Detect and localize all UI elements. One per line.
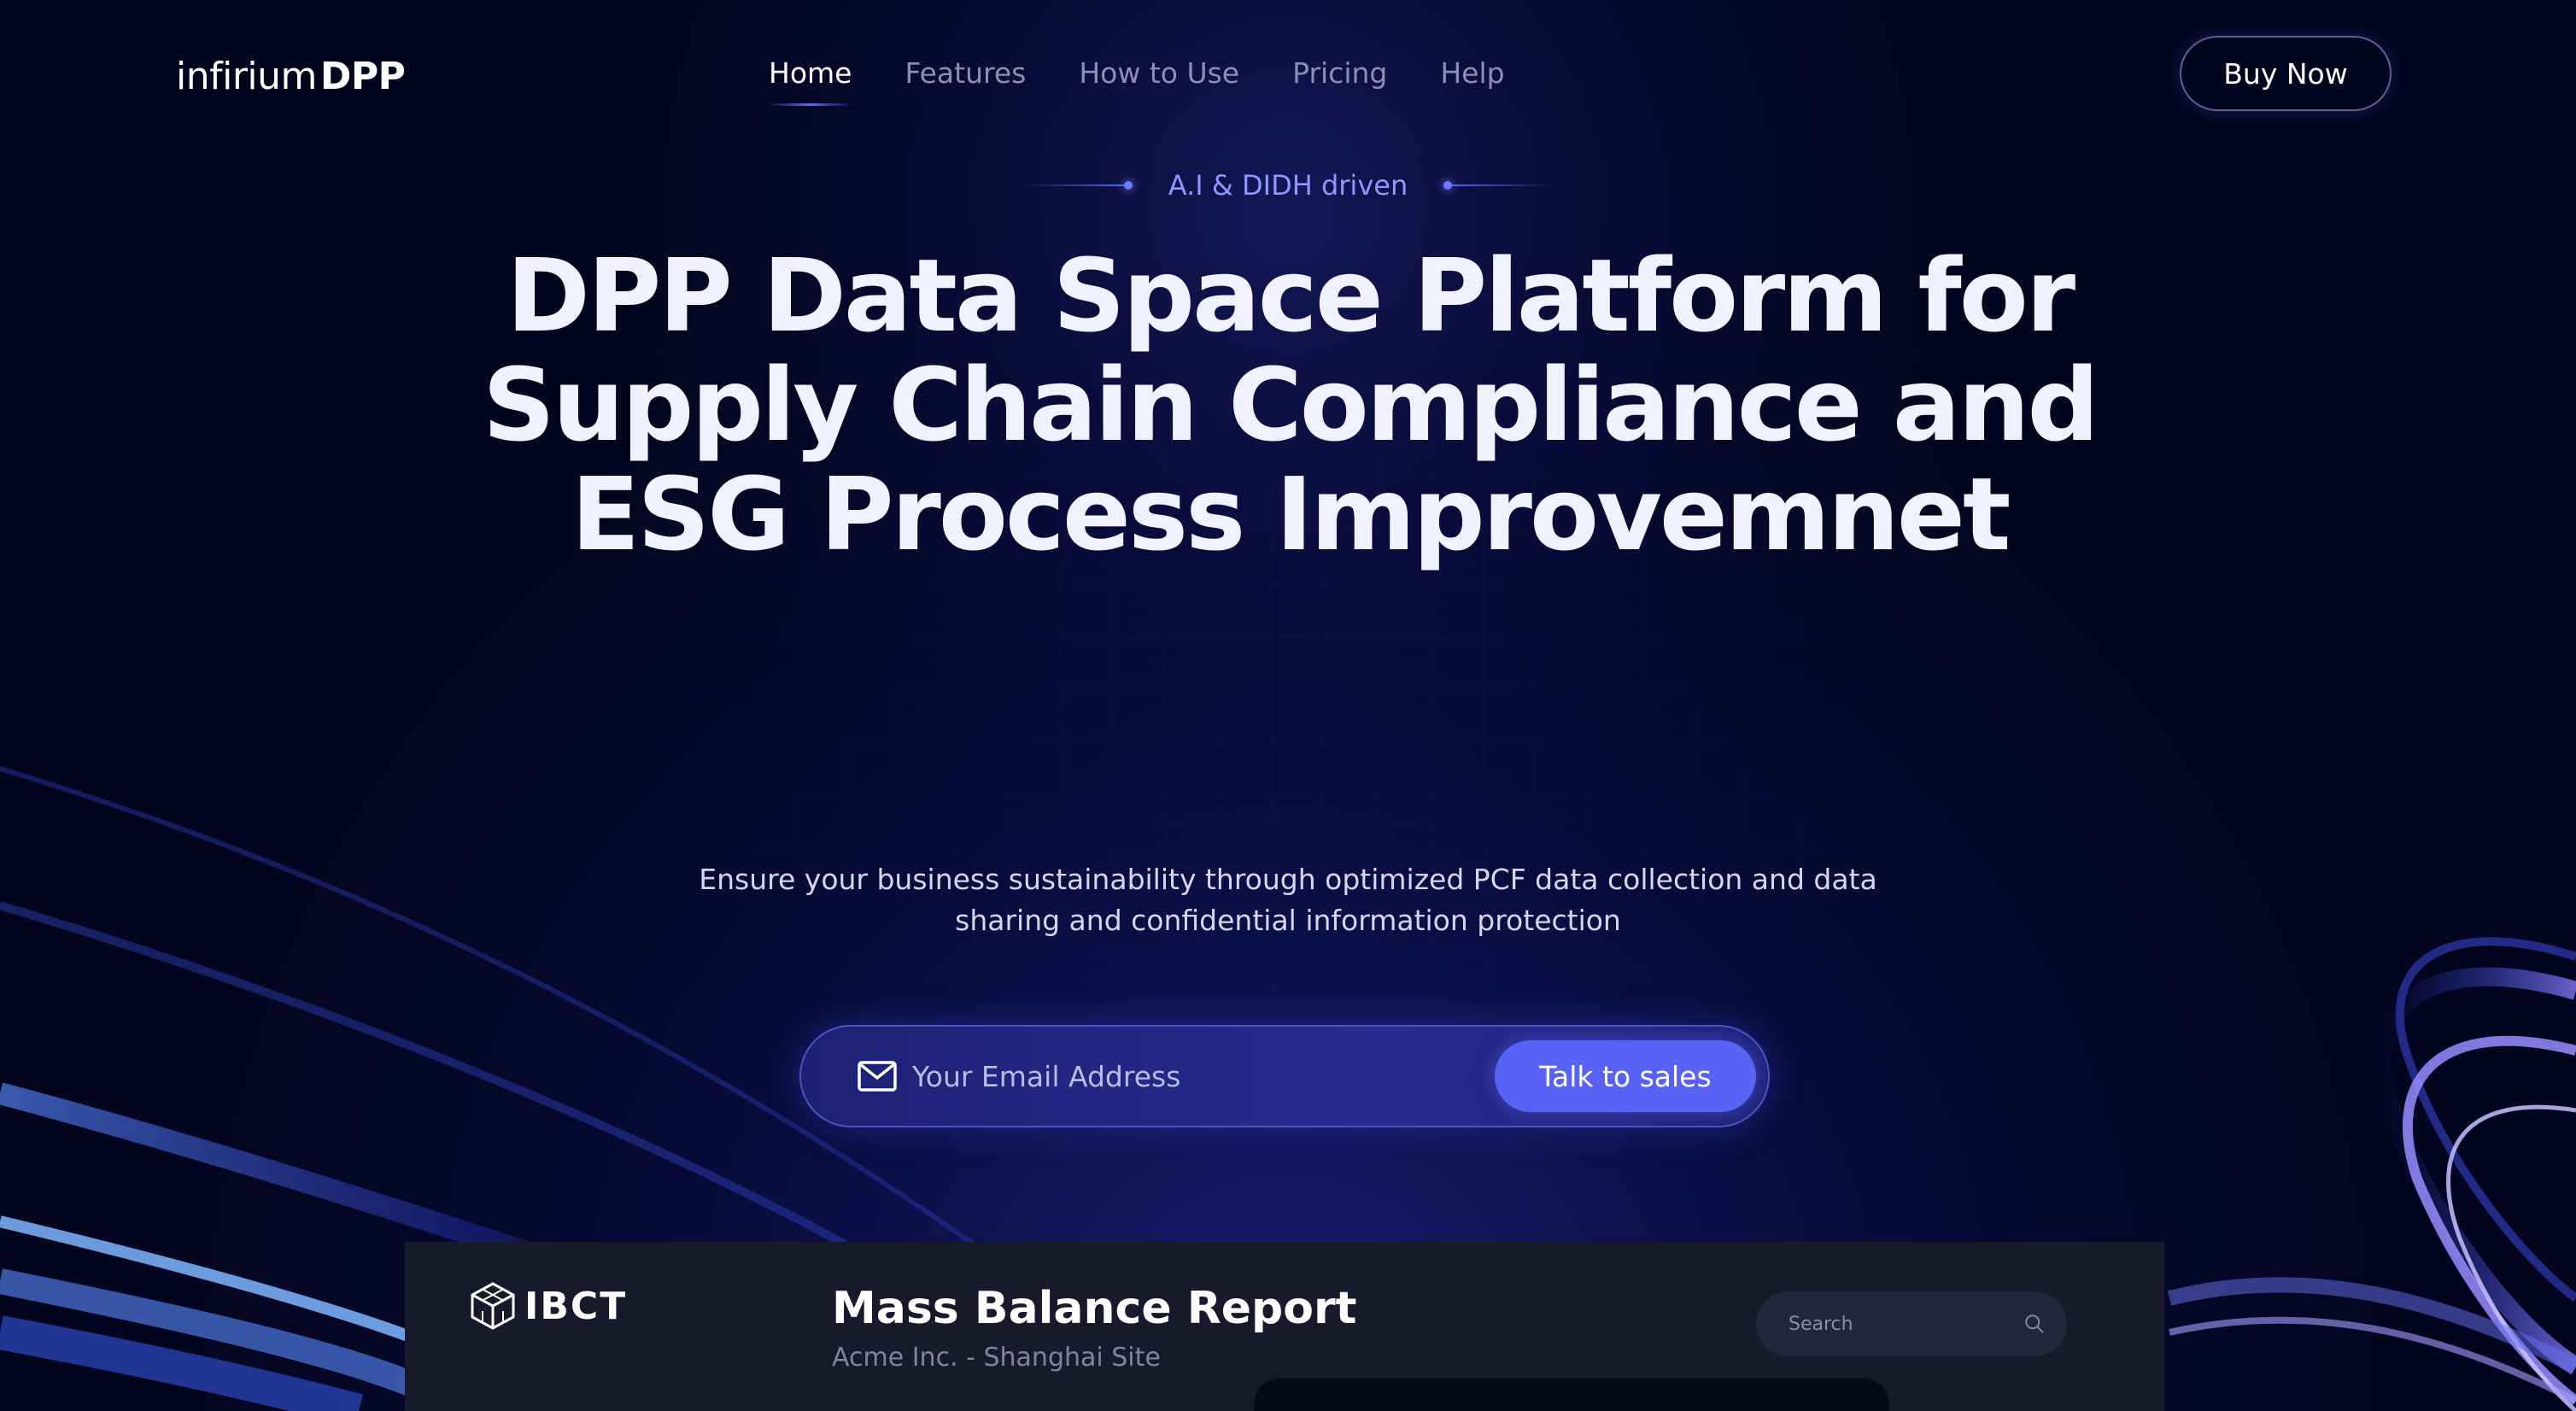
panel-search-box	[1756, 1291, 2067, 1356]
brand-logo[interactable]: infirium DPP	[176, 46, 406, 106]
nav-item-label: Pricing	[1292, 56, 1388, 90]
email-signup-form: Talk to sales	[799, 1025, 1770, 1127]
email-input[interactable]	[910, 1045, 1495, 1107]
panel-logo-text: IBCT	[524, 1284, 628, 1328]
report-preview-panel: IBCT Mass Balance Report Acme Inc. - Sha…	[405, 1242, 2164, 1411]
active-nav-indicator	[769, 103, 852, 106]
logo-bold-text: DPP	[319, 54, 406, 98]
nav-item-pricing[interactable]: Pricing	[1292, 48, 1387, 99]
hero-background	[0, 0, 2576, 1411]
nav-item-how-to-use[interactable]: How to Use	[1079, 48, 1239, 99]
report-title: Mass Balance Report	[832, 1283, 1357, 1334]
hero-subtitle: Ensure your business sustainability thro…	[699, 863, 1877, 937]
report-subtitle: Acme Inc. - Shanghai Site	[832, 1343, 1161, 1373]
nav-item-label: Home	[769, 56, 852, 90]
nav-item-home[interactable]: Home	[769, 48, 852, 106]
search-icon[interactable]	[2024, 1310, 2045, 1338]
nav-item-label: Features	[905, 56, 1027, 90]
buy-now-button[interactable]: Buy Now	[2180, 36, 2392, 111]
talk-to-sales-button[interactable]: Talk to sales	[1495, 1040, 1756, 1112]
panel-content-tab	[1254, 1379, 1889, 1411]
nav-item-label: How to Use	[1079, 56, 1240, 90]
mail-icon	[858, 1061, 897, 1092]
logo-light-text: infirium	[176, 54, 317, 98]
tagline-decoration-right	[1443, 181, 1551, 190]
nav-item-label: Help	[1440, 56, 1505, 90]
nav-item-help[interactable]: Help	[1440, 48, 1504, 99]
panel-search-input[interactable]	[1787, 1312, 2024, 1336]
tagline-decoration-left	[1025, 181, 1133, 190]
main-nav: Home Features How to Use Pricing Help	[769, 48, 1558, 106]
tagline-row: A.I & DIDH driven	[1025, 164, 1551, 207]
cube-logo-icon	[471, 1282, 515, 1330]
hero-tagline: A.I & DIDH driven	[1168, 169, 1408, 202]
hero-title: DPP Data Space Platform for Supply Chain…	[483, 237, 2099, 573]
nav-item-features[interactable]: Features	[905, 48, 1026, 99]
panel-logo: IBCT	[470, 1281, 627, 1331]
